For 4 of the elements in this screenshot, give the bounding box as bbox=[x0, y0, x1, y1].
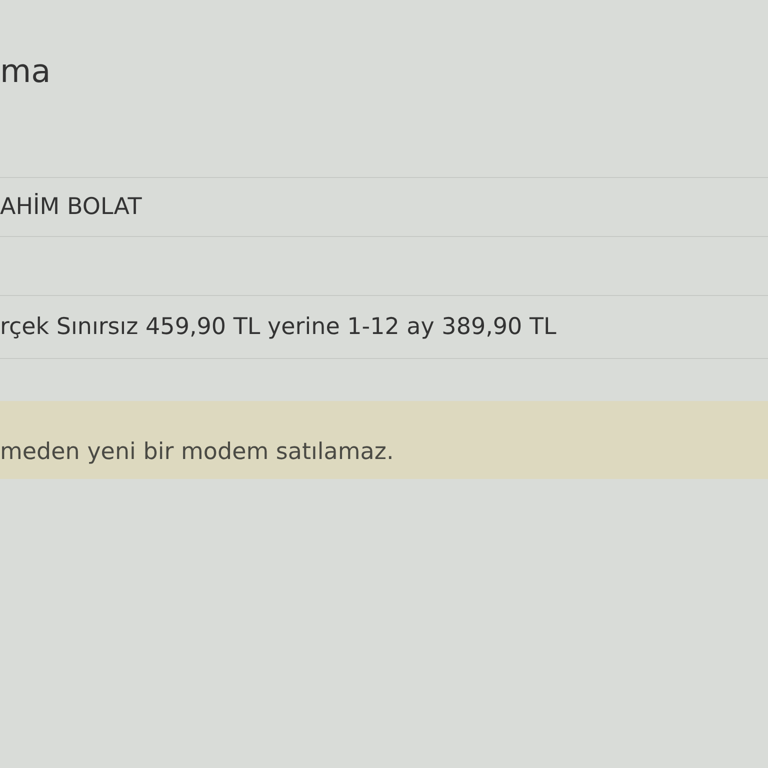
warning-text: meden yeni bir modem satılamaz. bbox=[0, 439, 394, 465]
page-title: ma bbox=[0, 51, 51, 92]
field-value: rçek Sınırsız 459,90 TL yerine 1-12 ay 389,90 TL bbox=[0, 314, 556, 340]
field-value: AHİM BOLAT bbox=[0, 194, 142, 220]
